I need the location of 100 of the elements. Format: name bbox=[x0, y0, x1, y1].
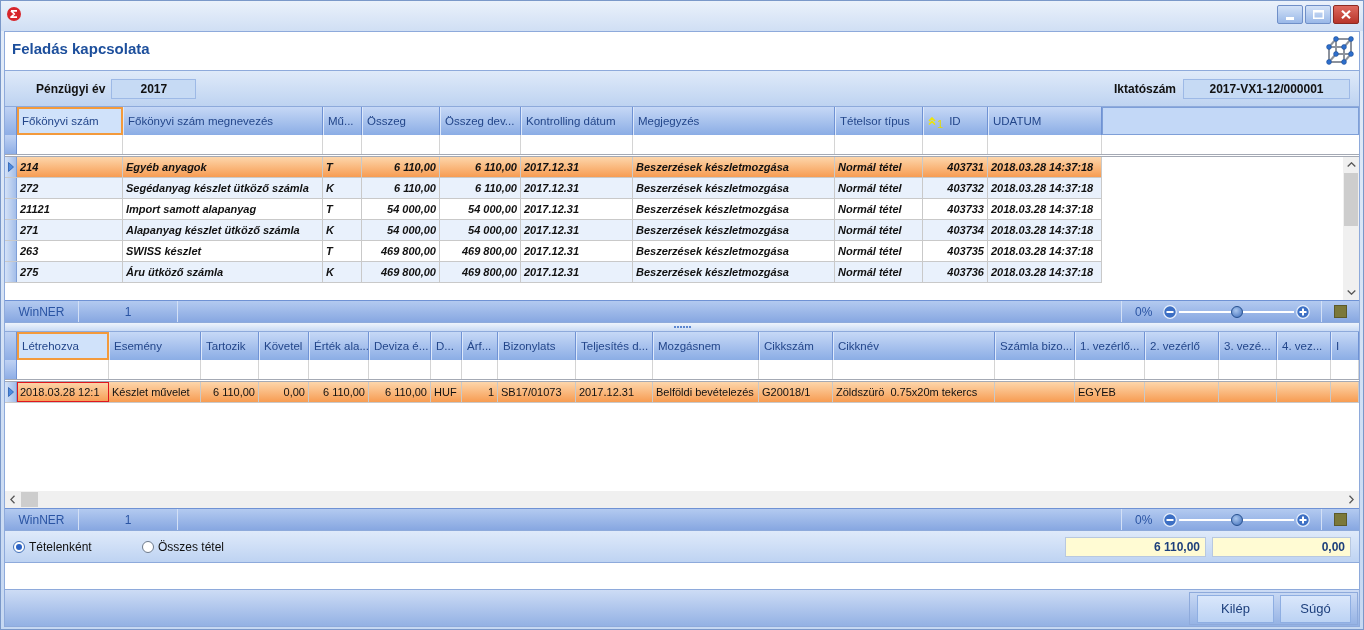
column-header[interactable]: Deviza é... bbox=[369, 332, 431, 360]
table-row[interactable]: 214 Egyéb anyagok T 6 110,00 6 110,00 2017.12.31 Beszerzések készletmozgása Normál tétel 403731 2018.03.28 14:37:18 bbox=[5, 157, 1102, 178]
column-header[interactable]: UDATUM bbox=[988, 107, 1102, 135]
row-header bbox=[5, 199, 17, 219]
window-title: Feladás kapcsolata bbox=[12, 40, 150, 57]
zoom-slider[interactable] bbox=[1179, 513, 1295, 526]
column-header[interactable]: 1 ID bbox=[923, 107, 988, 135]
table-cell: 6 110,00 bbox=[440, 178, 521, 198]
radio-option[interactable]: Tételenként bbox=[13, 539, 142, 554]
table-cell: 469 800,00 bbox=[362, 262, 440, 282]
help-button[interactable]: Súgó bbox=[1280, 594, 1351, 623]
column-header[interactable]: Főkönyvi szám megnevezés bbox=[123, 107, 323, 135]
slider-thumb[interactable] bbox=[1230, 513, 1243, 526]
table-cell: T bbox=[323, 241, 362, 261]
table-cell: Készlet művelet bbox=[109, 382, 201, 402]
zoom-out-icon[interactable] bbox=[1163, 512, 1178, 527]
table-cell: 403733 bbox=[923, 199, 988, 219]
column-header[interactable]: I bbox=[1331, 332, 1359, 360]
table-cell: Beszerzések készletmozgása bbox=[633, 241, 835, 261]
square-icon[interactable] bbox=[1334, 513, 1347, 526]
column-header[interactable]: Összeg bbox=[362, 107, 440, 135]
table-cell: 2017.12.31 bbox=[521, 157, 633, 177]
column-header[interactable]: Tételsor típus bbox=[835, 107, 923, 135]
column-header[interactable]: Összeg dev... bbox=[440, 107, 521, 135]
scrollbar-thumb[interactable] bbox=[1344, 173, 1358, 226]
table-cell: 271 bbox=[17, 220, 123, 240]
zoom-out-icon[interactable] bbox=[1163, 304, 1178, 319]
column-header[interactable]: Bizonylats bbox=[498, 332, 576, 360]
table-cell: SB17/01073 bbox=[498, 382, 576, 402]
table-row[interactable]: 271 Alapanyag készlet ütköző számla K 54 000,00 54 000,00 2017.12.31 Beszerzések készletmozgása Normál tétel 403734 2018.03.28 14:37:18 bbox=[5, 220, 1102, 241]
table-cell: G20018/1 bbox=[759, 382, 833, 402]
table-cell: Normál tétel bbox=[835, 157, 923, 177]
slider-thumb[interactable] bbox=[1230, 305, 1243, 318]
column-header[interactable]: Követel bbox=[259, 332, 309, 360]
table-cell: Beszerzések készletmozgása bbox=[633, 178, 835, 198]
column-header[interactable]: Árf... bbox=[462, 332, 498, 360]
column-header[interactable]: 2. vezérlő bbox=[1145, 332, 1219, 360]
column-header[interactable]: Cikkszám bbox=[759, 332, 833, 360]
column-header[interactable]: Mű... bbox=[323, 107, 362, 135]
zoom-in-icon[interactable] bbox=[1296, 304, 1311, 319]
column-header[interactable]: 1. vezérlő... bbox=[1075, 332, 1145, 360]
table-cell: Normál tétel bbox=[835, 178, 923, 198]
table-cell: Egyéb anyagok bbox=[123, 157, 323, 177]
table-cell: 6 110,00 bbox=[362, 178, 440, 198]
scroll-right-icon[interactable] bbox=[1349, 495, 1354, 504]
zoom-percent: 0% bbox=[1135, 512, 1153, 527]
table-cell: 6 110,00 bbox=[309, 382, 369, 402]
table-cell: 2017.12.31 bbox=[521, 199, 633, 219]
column-header[interactable]: Megjegyzés bbox=[633, 107, 835, 135]
minimize-button[interactable] bbox=[1277, 5, 1303, 24]
zoom-in-icon[interactable] bbox=[1296, 512, 1311, 527]
table-row[interactable]: 272 Segédanyag készlet ütköző számla K 6 110,00 6 110,00 2017.12.31 Beszerzések készletmozgása Normál tétel 403732 2018.03.28 14:37:18 bbox=[5, 178, 1102, 199]
vertical-scrollbar[interactable] bbox=[1343, 157, 1359, 300]
table-cell: 2018.03.28 14:37:18 bbox=[988, 220, 1102, 240]
table-row[interactable]: 2018.03.28 12:1 Készlet művelet 6 110,00 0,00 6 110,00 6 110,00 HUF 1 SB17/01073 2017.12.31 Belföldi bevételezés G20018/1 Zöldszürö 0.75x20m tekercs EGYEB bbox=[5, 382, 1359, 403]
column-header[interactable]: Cikknév bbox=[833, 332, 995, 360]
scrollbar-thumb[interactable] bbox=[21, 492, 38, 507]
maximize-icon bbox=[1312, 10, 1324, 19]
table-cell: 214 bbox=[17, 157, 123, 177]
row-header bbox=[5, 220, 17, 240]
radio-option[interactable]: Összes tétel bbox=[142, 539, 271, 554]
splitter[interactable] bbox=[5, 322, 1359, 332]
column-header[interactable]: D... bbox=[431, 332, 462, 360]
table-cell: 2018.03.28 14:37:18 bbox=[988, 262, 1102, 282]
table-cell: 2017.12.31 bbox=[521, 241, 633, 261]
table-cell: 54 000,00 bbox=[440, 199, 521, 219]
column-header[interactable]: 3. vezé... bbox=[1219, 332, 1277, 360]
table-cell: 403732 bbox=[923, 178, 988, 198]
column-header[interactable]: Tartozik bbox=[201, 332, 259, 360]
zoom-slider[interactable] bbox=[1179, 305, 1295, 318]
scroll-down-icon[interactable] bbox=[1346, 290, 1356, 295]
scroll-left-icon[interactable] bbox=[10, 495, 15, 504]
column-header[interactable]: Számla bizo... bbox=[995, 332, 1075, 360]
table-cell: 403736 bbox=[923, 262, 988, 282]
column-header[interactable]: 4. vez... bbox=[1277, 332, 1331, 360]
table-cell: 6 110,00 bbox=[201, 382, 259, 402]
square-icon[interactable] bbox=[1334, 305, 1347, 318]
column-header[interactable]: Mozgásnem bbox=[653, 332, 759, 360]
table-row[interactable]: 275 Áru ütköző számla K 469 800,00 469 800,00 2017.12.31 Beszerzések készletmozgása Normál tétel 403736 2018.03.28 14:37:18 bbox=[5, 262, 1102, 283]
column-header[interactable]: Esemény bbox=[109, 332, 201, 360]
close-button[interactable] bbox=[1333, 5, 1359, 24]
exit-button[interactable]: Kilép bbox=[1197, 594, 1274, 623]
table-cell: Import samott alapanyag bbox=[123, 199, 323, 219]
column-header[interactable]: Érték ala... bbox=[309, 332, 369, 360]
minimize-icon bbox=[1286, 16, 1294, 20]
table-cell: K bbox=[323, 262, 362, 282]
table-cell: Normál tétel bbox=[835, 199, 923, 219]
table-cell: 0,00 bbox=[259, 382, 309, 402]
sort-order-label: 1 bbox=[937, 118, 944, 130]
column-header[interactable]: Létrehozva bbox=[17, 332, 109, 360]
table-cell: HUF bbox=[431, 382, 462, 402]
table-cell: Zöldszürö 0.75x20m tekercs bbox=[833, 382, 995, 402]
horizontal-scrollbar[interactable] bbox=[5, 491, 1359, 508]
scroll-up-icon[interactable] bbox=[1346, 162, 1356, 167]
column-header[interactable]: Teljesítés d... bbox=[576, 332, 653, 360]
table-cell: K bbox=[323, 220, 362, 240]
column-header[interactable]: Főkönyvi szám bbox=[17, 107, 123, 135]
table-cell: Áru ütköző számla bbox=[123, 262, 323, 282]
cube-icon[interactable] bbox=[1326, 36, 1354, 65]
column-header[interactable]: Kontrolling dátum bbox=[521, 107, 633, 135]
